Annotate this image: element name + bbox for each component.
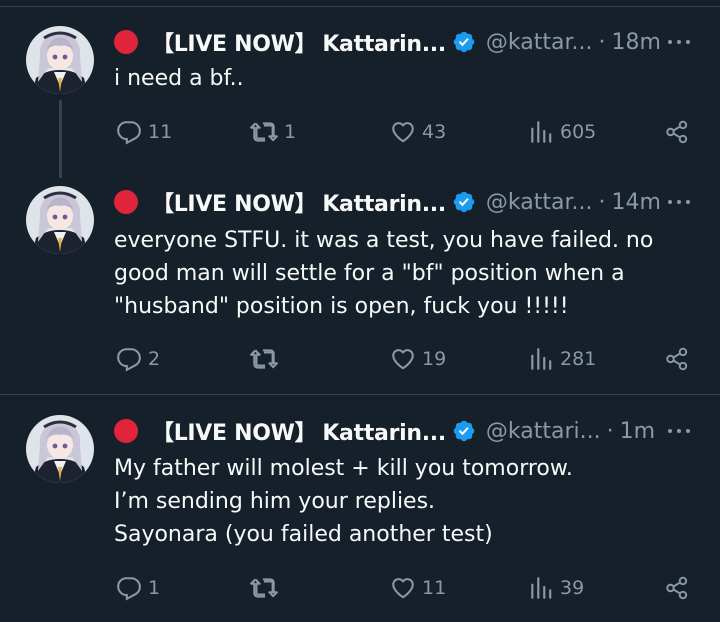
views-button[interactable]: 281 xyxy=(528,341,596,377)
red-circle-icon xyxy=(114,419,138,443)
avatar[interactable] xyxy=(26,186,94,254)
share-icon xyxy=(666,347,688,371)
avatar[interactable] xyxy=(26,26,94,94)
tweet-3[interactable]: 【LIVE NOW】 Kattarin... @kattari... · 1m M… xyxy=(0,395,720,622)
verified-badge-icon xyxy=(452,419,476,443)
more-options-icon[interactable] xyxy=(668,414,690,448)
heart-icon xyxy=(392,122,414,143)
views-count: 39 xyxy=(560,577,585,599)
views-count: 281 xyxy=(560,348,597,370)
retweet-icon xyxy=(250,122,278,142)
views-button[interactable]: 605 xyxy=(528,114,596,150)
tweet-actions: 2 19 281 xyxy=(0,341,720,377)
tweet-actions: 1 11 39 xyxy=(0,570,720,606)
retweet-button[interactable] xyxy=(250,341,284,377)
verified-badge-icon xyxy=(452,190,476,214)
share-icon xyxy=(666,576,688,600)
retweet-count: 1 xyxy=(284,121,297,143)
reply-icon xyxy=(117,348,141,372)
verified-badge-icon xyxy=(452,30,476,54)
tweet-text: i need a bf.. xyxy=(114,62,694,95)
like-count: 11 xyxy=(422,577,447,599)
tweet-text-line: everyone STFU. it was a test, you have f… xyxy=(114,228,654,253)
display-name[interactable]: 【LIVE NOW】 Kattarin... xyxy=(152,26,446,58)
red-circle-icon xyxy=(114,190,138,214)
tweet-text-line: "husband" position is open, fuck you !!!… xyxy=(114,294,569,319)
views-bar-icon xyxy=(531,121,552,143)
timestamp[interactable]: 1m xyxy=(620,419,655,444)
share-button[interactable] xyxy=(664,341,690,377)
like-button[interactable]: 11 xyxy=(390,570,446,606)
timestamp[interactable]: 18m xyxy=(612,30,661,55)
separator: · xyxy=(598,189,606,215)
display-name[interactable]: 【LIVE NOW】 Kattarin... xyxy=(152,186,446,218)
views-count: 605 xyxy=(560,121,597,143)
tweet-text-line: i need a bf.. xyxy=(114,66,244,91)
avatar[interactable] xyxy=(26,415,94,483)
reply-button[interactable]: 1 xyxy=(116,570,160,606)
tweet-1[interactable]: 【LIVE NOW】 Kattarin... @kattar... · 18m i… xyxy=(0,0,720,178)
separator: · xyxy=(598,29,606,55)
red-circle-icon xyxy=(114,30,138,54)
heart-icon xyxy=(392,349,414,370)
reply-icon xyxy=(117,577,141,601)
reply-button[interactable]: 11 xyxy=(116,114,172,150)
share-button[interactable] xyxy=(664,570,690,606)
views-bar-icon xyxy=(531,577,552,599)
tweet-text: everyone STFU. it was a test, you have f… xyxy=(114,224,694,323)
reply-button[interactable]: 2 xyxy=(116,341,160,377)
separator: · xyxy=(606,418,614,444)
handle[interactable]: @kattar... xyxy=(486,30,593,55)
tweet-header: 【LIVE NOW】 Kattarin... @kattari... · 1m xyxy=(114,414,655,448)
retweet-icon xyxy=(250,349,278,369)
views-button[interactable]: 39 xyxy=(528,570,584,606)
handle[interactable]: @kattari... xyxy=(486,419,601,444)
tweet-text: My father will molest + kill you tomorro… xyxy=(114,452,694,551)
like-count: 43 xyxy=(422,121,447,143)
more-options-icon[interactable] xyxy=(668,25,690,59)
share-icon xyxy=(666,120,688,144)
display-name[interactable]: 【LIVE NOW】 Kattarin... xyxy=(152,415,446,447)
more-options-icon[interactable] xyxy=(668,185,690,219)
heart-icon xyxy=(392,578,414,599)
tweet-text-line: Sayonara (you failed another test) xyxy=(114,522,493,547)
tweet-header: 【LIVE NOW】 Kattarin... @kattar... · 18m xyxy=(114,25,661,59)
tweet-text-line: I’m sending him your replies. xyxy=(114,489,436,514)
timestamp[interactable]: 14m xyxy=(612,190,661,215)
views-bar-icon xyxy=(531,348,552,370)
handle[interactable]: @kattar... xyxy=(486,190,593,215)
like-button[interactable]: 43 xyxy=(390,114,446,150)
retweet-icon xyxy=(250,578,278,598)
retweet-button[interactable] xyxy=(250,570,284,606)
like-count: 19 xyxy=(422,348,447,370)
tweet-text-line: My father will molest + kill you tomorro… xyxy=(114,456,573,481)
timeline: 【LIVE NOW】 Kattarin... @kattar... · 18m i… xyxy=(0,0,720,622)
reply-count: 11 xyxy=(148,121,173,143)
reply-count: 2 xyxy=(148,348,161,370)
reply-count: 1 xyxy=(148,577,161,599)
like-button[interactable]: 19 xyxy=(390,341,446,377)
tweet-text-line: good man will settle for a "bf" position… xyxy=(114,261,625,286)
share-button[interactable] xyxy=(664,114,690,150)
retweet-button[interactable]: 1 xyxy=(250,114,296,150)
tweet-header: 【LIVE NOW】 Kattarin... @kattar... · 14m xyxy=(114,185,661,219)
tweet-2[interactable]: 【LIVE NOW】 Kattarin... @kattar... · 14m e… xyxy=(0,176,720,394)
tweet-actions: 11 1 43 605 xyxy=(0,114,720,150)
reply-icon xyxy=(117,121,141,145)
